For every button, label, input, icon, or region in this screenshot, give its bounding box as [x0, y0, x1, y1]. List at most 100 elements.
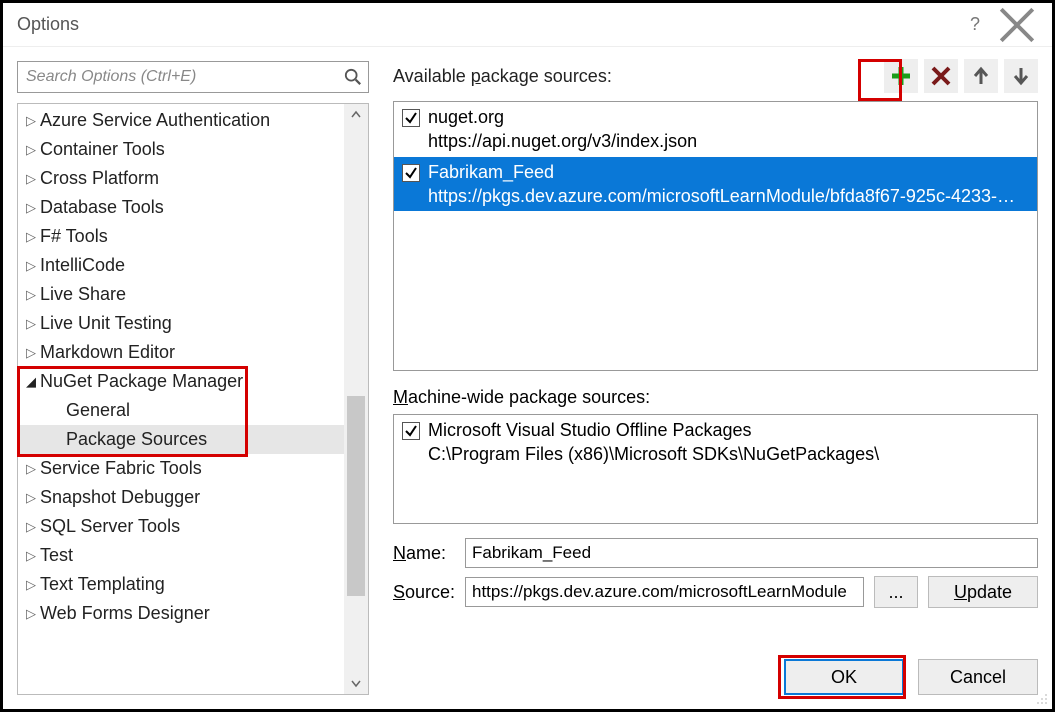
- source-toolbar: [884, 59, 1038, 93]
- chevron-right-icon: ▷: [22, 548, 40, 564]
- checkbox[interactable]: [402, 109, 420, 127]
- update-button[interactable]: Update: [928, 576, 1038, 608]
- source-row[interactable]: Microsoft Visual Studio Offline Packages…: [394, 415, 1037, 470]
- source-url: https://pkgs.dev.azure.com/microsoftLear…: [428, 184, 1015, 208]
- scroll-up-icon[interactable]: [344, 104, 368, 126]
- tree-item-label: Database Tools: [40, 197, 164, 218]
- tree-item-label: Text Templating: [40, 574, 165, 595]
- scroll-down-icon[interactable]: [344, 672, 368, 694]
- search-container: [17, 61, 369, 93]
- content-area: ▷Azure Service Authentication▷Container …: [3, 47, 1052, 709]
- tree-item-label: Package Sources: [66, 429, 207, 450]
- tree-item[interactable]: ▷Azure Service Authentication: [18, 106, 344, 135]
- tree-item-label: SQL Server Tools: [40, 516, 180, 537]
- tree-item[interactable]: ▷Live Unit Testing: [18, 309, 344, 338]
- options-tree: ▷Azure Service Authentication▷Container …: [17, 103, 369, 695]
- window-title: Options: [17, 14, 954, 35]
- tree-item-label: Live Share: [40, 284, 126, 305]
- source-name: Fabrikam_Feed: [428, 160, 1015, 184]
- search-input[interactable]: [24, 67, 344, 87]
- source-url: https://api.nuget.org/v3/index.json: [428, 129, 697, 153]
- titlebar: Options ?: [3, 3, 1052, 47]
- name-input[interactable]: [465, 538, 1038, 568]
- move-up-button[interactable]: [964, 59, 998, 93]
- chevron-right-icon: ▷: [22, 229, 40, 245]
- tree-item-label: Azure Service Authentication: [40, 110, 270, 131]
- chevron-right-icon: ▷: [22, 461, 40, 477]
- tree-item-label: Snapshot Debugger: [40, 487, 200, 508]
- tree-scrollbar[interactable]: [344, 104, 368, 694]
- tree-item-label: Test: [40, 545, 73, 566]
- tree-item[interactable]: ▷SQL Server Tools: [18, 512, 344, 541]
- ok-button[interactable]: OK: [784, 659, 904, 695]
- source-row[interactable]: Fabrikam_Feedhttps://pkgs.dev.azure.com/…: [394, 157, 1037, 212]
- source-input[interactable]: [465, 577, 864, 607]
- scroll-track[interactable]: [344, 126, 368, 672]
- checkbox[interactable]: [402, 422, 420, 440]
- tree-item-label: Cross Platform: [40, 168, 159, 189]
- chevron-right-icon: ▷: [22, 287, 40, 303]
- tree-item-label: F# Tools: [40, 226, 108, 247]
- checkbox[interactable]: [402, 164, 420, 182]
- tree-item[interactable]: ▷Snapshot Debugger: [18, 483, 344, 512]
- chevron-right-icon: ▷: [22, 519, 40, 535]
- source-text: nuget.orghttps://api.nuget.org/v3/index.…: [428, 105, 697, 154]
- tree-scroll-viewport[interactable]: ▷Azure Service Authentication▷Container …: [18, 104, 344, 694]
- available-sources-listbox[interactable]: nuget.orghttps://api.nuget.org/v3/index.…: [393, 101, 1038, 371]
- machine-sources-label: Machine-wide package sources:: [393, 387, 1038, 408]
- source-name: nuget.org: [428, 105, 697, 129]
- machine-ul: M: [393, 387, 408, 407]
- source-row[interactable]: nuget.orghttps://api.nuget.org/v3/index.…: [394, 102, 1037, 157]
- tree-item[interactable]: ◢NuGet Package Manager: [18, 367, 344, 396]
- source-name: Microsoft Visual Studio Offline Packages: [428, 418, 879, 442]
- add-source-button[interactable]: [884, 59, 918, 93]
- tree-item[interactable]: Package Sources: [18, 425, 344, 454]
- scroll-thumb[interactable]: [347, 396, 365, 596]
- browse-button[interactable]: ...: [874, 576, 918, 608]
- tree-item[interactable]: ▷Cross Platform: [18, 164, 344, 193]
- source-url: C:\Program Files (x86)\Microsoft SDKs\Nu…: [428, 442, 879, 466]
- tree-item-label: Service Fabric Tools: [40, 458, 202, 479]
- tree-item[interactable]: ▷Web Forms Designer: [18, 599, 344, 628]
- chevron-right-icon: ▷: [22, 258, 40, 274]
- right-pane: Available package sources:: [369, 61, 1038, 695]
- tree-item-label: Web Forms Designer: [40, 603, 210, 624]
- tree-item[interactable]: General: [18, 396, 344, 425]
- tree-item[interactable]: ▷Markdown Editor: [18, 338, 344, 367]
- available-header-row: Available package sources:: [393, 59, 1038, 93]
- chevron-right-icon: ▷: [22, 171, 40, 187]
- tree-item-label: Live Unit Testing: [40, 313, 172, 334]
- tree-item[interactable]: ▷F# Tools: [18, 222, 344, 251]
- source-row: Source: ... Update: [393, 576, 1038, 608]
- source-label: Source:: [393, 582, 455, 603]
- machine-post: achine-wide package sources:: [408, 387, 650, 407]
- tree-item[interactable]: ▷Test: [18, 541, 344, 570]
- tree-item[interactable]: ▷IntelliCode: [18, 251, 344, 280]
- source-text: Fabrikam_Feedhttps://pkgs.dev.azure.com/…: [428, 160, 1015, 209]
- chevron-right-icon: ▷: [22, 113, 40, 129]
- remove-source-button[interactable]: [924, 59, 958, 93]
- chevron-right-icon: ▷: [22, 577, 40, 593]
- resize-grip-icon[interactable]: [1034, 691, 1048, 705]
- update-post: pdate: [967, 582, 1012, 602]
- tree-item[interactable]: ▷Container Tools: [18, 135, 344, 164]
- tree-item[interactable]: ▷Database Tools: [18, 193, 344, 222]
- available-ul: p: [471, 66, 481, 86]
- chevron-right-icon: ▷: [22, 142, 40, 158]
- machine-sources-listbox[interactable]: Microsoft Visual Studio Offline Packages…: [393, 414, 1038, 524]
- help-button[interactable]: ?: [954, 9, 996, 41]
- source-ul: S: [393, 582, 405, 602]
- tree-item[interactable]: ▷Text Templating: [18, 570, 344, 599]
- tree-item[interactable]: ▷Live Share: [18, 280, 344, 309]
- tree-item-label: Container Tools: [40, 139, 165, 160]
- tree-item[interactable]: ▷Service Fabric Tools: [18, 454, 344, 483]
- chevron-right-icon: ▷: [22, 490, 40, 506]
- update-ul: U: [954, 582, 967, 602]
- name-label: Name:: [393, 543, 455, 564]
- close-button[interactable]: [996, 9, 1038, 41]
- cancel-button[interactable]: Cancel: [918, 659, 1038, 695]
- move-down-button[interactable]: [1004, 59, 1038, 93]
- source-post: ource:: [405, 582, 455, 602]
- tree-item-label: IntelliCode: [40, 255, 125, 276]
- dialog-footer: OK Cancel: [784, 659, 1038, 695]
